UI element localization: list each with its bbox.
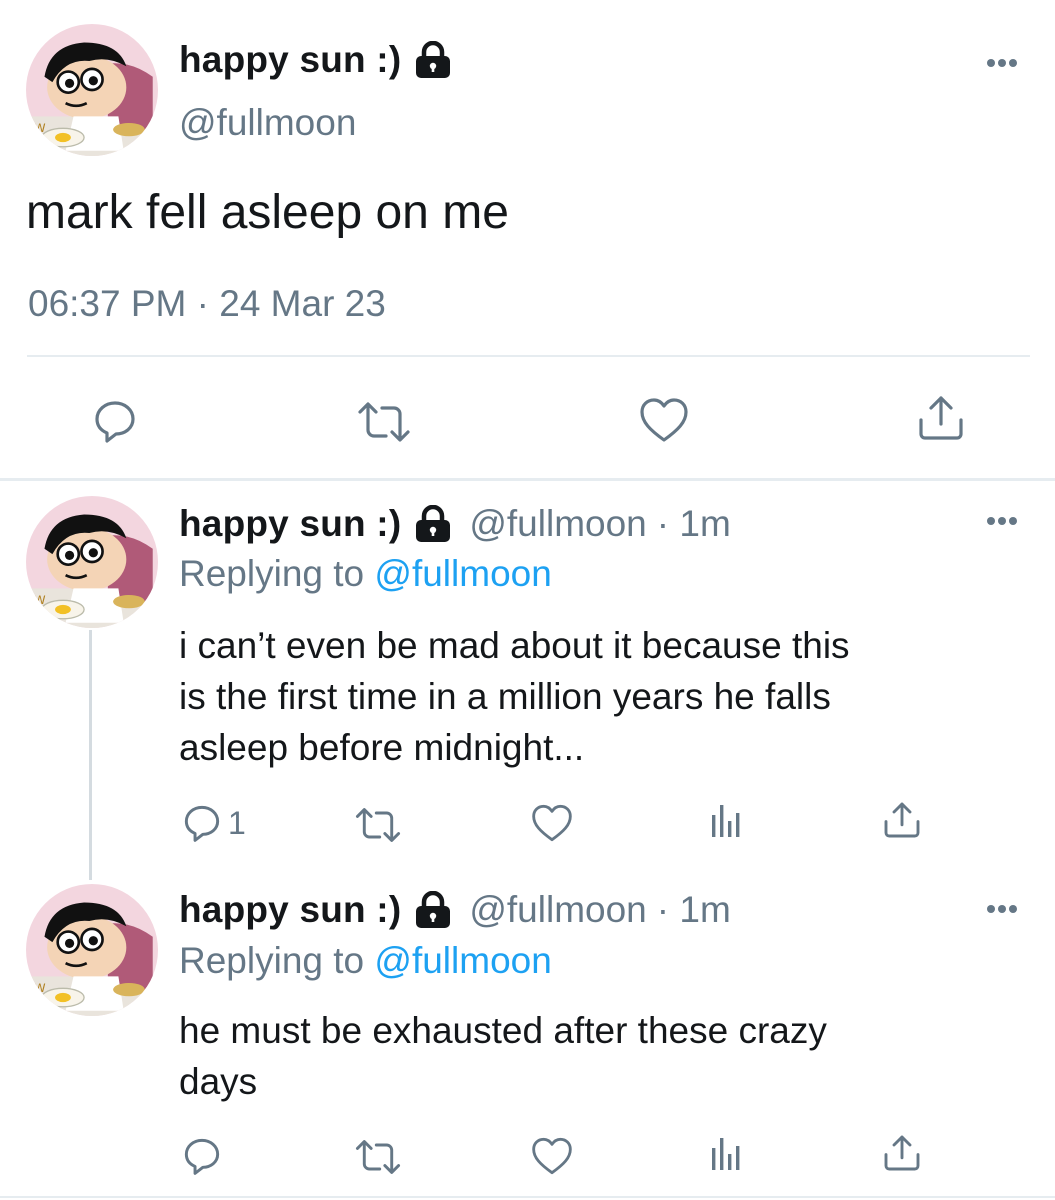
divider [27,355,1030,357]
lock-icon [413,505,453,543]
reply-text-line: asleep before midnight... [179,727,585,768]
display-name[interactable]: happy sun :) [179,889,401,931]
replying-to-handle[interactable]: @fullmoon [374,553,551,594]
lock-icon [413,41,453,79]
heart-icon [530,803,574,843]
reply-icon [182,1136,222,1176]
replying-to: Replying to @fullmoon [179,553,552,595]
avatar[interactable]: W [26,884,158,1016]
more-icon[interactable] [986,516,1018,526]
reply-text: he must be exhausted after these crazy d… [179,1005,827,1107]
handle[interactable]: @fullmoon [469,503,646,545]
reply-text-line: i can’t even be mad about it because thi… [179,625,850,666]
handle[interactable]: @fullmoon [179,102,356,144]
retweet-button[interactable] [354,1138,402,1176]
retweet-icon [354,1138,402,1176]
reply-header: happy sun :) @fullmoon · 1m [179,888,731,932]
reply-icon [92,398,138,444]
svg-text:W: W [34,121,46,135]
reply-text-line: he must be exhausted after these crazy [179,1010,827,1051]
analytics-button[interactable] [710,1136,742,1172]
like-button[interactable] [638,396,690,444]
like-button[interactable] [530,803,574,843]
reply-text-line: is the first time in a million years he … [179,676,831,717]
share-button[interactable] [916,394,966,442]
section-separator [0,1196,1055,1198]
reply-text: i can’t even be mad about it because thi… [179,620,850,773]
tweet-timestamp[interactable]: 06:37 PM · 24 Mar 23 [28,283,386,325]
reply-button[interactable] [182,1136,228,1176]
section-separator [0,478,1055,481]
avatar[interactable]: W [26,24,158,156]
replying-to-prefix: Replying to [179,553,365,594]
tweet-text: mark fell asleep on me [26,186,509,239]
thread-line [89,630,92,880]
reply-time[interactable]: · 1m [657,889,731,931]
reply-count: 1 [228,804,246,841]
retweet-icon [356,400,412,444]
replying-to-prefix: Replying to [179,940,365,981]
share-icon [882,800,922,840]
more-icon[interactable] [986,904,1018,914]
analytics-icon [710,803,742,839]
heart-icon [530,1136,574,1176]
display-name[interactable]: happy sun :) [179,39,401,81]
like-button[interactable] [530,1136,574,1176]
reply-header: happy sun :) @fullmoon · 1m [179,502,731,546]
avatar[interactable]: W [26,496,158,628]
share-button[interactable] [882,800,922,840]
analytics-button[interactable] [710,803,742,839]
reply-button[interactable]: 1 [182,803,246,843]
svg-text:W: W [34,981,46,995]
reply-button[interactable] [92,398,138,444]
reply-text-line: days [179,1061,258,1102]
retweet-button[interactable] [354,806,402,844]
reply-time[interactable]: · 1m [657,503,731,545]
share-button[interactable] [882,1133,922,1173]
svg-text:W: W [34,593,46,607]
more-icon[interactable] [986,58,1018,68]
reply-icon [182,803,222,843]
display-name[interactable]: happy sun :) [179,503,401,545]
analytics-icon [710,1136,742,1172]
share-icon [916,394,966,442]
retweet-icon [354,806,402,844]
lock-icon [413,891,453,929]
replying-to-handle[interactable]: @fullmoon [374,940,551,981]
share-icon [882,1133,922,1173]
heart-icon [638,396,690,444]
retweet-button[interactable] [356,400,412,444]
replying-to: Replying to @fullmoon [179,940,552,982]
handle[interactable]: @fullmoon [469,889,646,931]
